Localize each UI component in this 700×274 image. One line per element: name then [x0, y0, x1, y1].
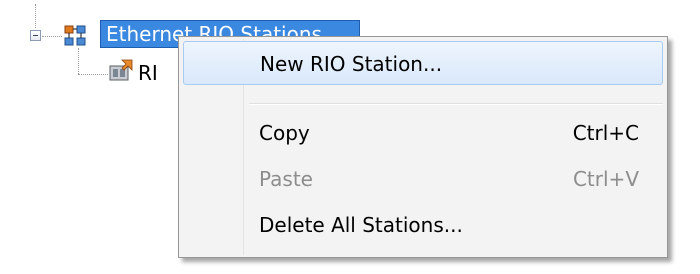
tree-connector-line — [35, 4, 36, 28]
tree-connector-line — [78, 48, 79, 74]
menu-item-shortcut: Ctrl+V — [572, 167, 639, 191]
menu-item-label: New RIO Station... — [260, 52, 443, 76]
menu-item-new-rio-station[interactable]: New RIO Station... — [183, 41, 663, 85]
menu-item-delete-all-stations[interactable]: Delete All Stations... — [183, 203, 663, 247]
menu-item-label: Delete All Stations... — [259, 213, 463, 237]
menu-item-shortcut: Ctrl+C — [572, 121, 639, 145]
menu-separator — [249, 103, 663, 105]
network-tree-icon — [64, 25, 86, 46]
rio-station-icon — [109, 59, 133, 81]
tree-node-rio-station[interactable]: RI — [138, 60, 158, 88]
collapse-toggle-icon[interactable] — [30, 30, 41, 41]
menu-item-label: Copy — [259, 121, 310, 145]
tree-connector-line — [78, 74, 108, 75]
context-menu: New RIO Station... Copy Ctrl+C Paste Ctr… — [178, 36, 668, 258]
tree-connector-line — [42, 36, 62, 37]
tree-node-label: RI — [138, 61, 158, 85]
menu-item-label: Paste — [259, 167, 313, 191]
menu-item-copy[interactable]: Copy Ctrl+C — [183, 111, 663, 155]
menu-item-paste[interactable]: Paste Ctrl+V — [183, 157, 663, 201]
